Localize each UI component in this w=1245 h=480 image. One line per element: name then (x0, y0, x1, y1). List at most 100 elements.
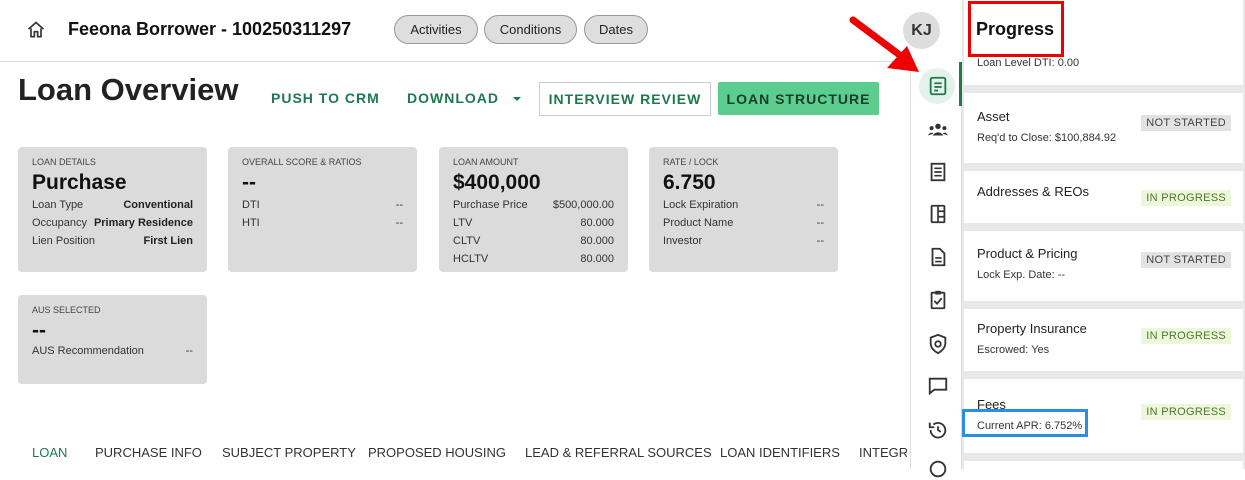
download-label: DOWNLOAD (407, 90, 499, 106)
progress-item-product-pricing[interactable]: Product & Pricing Lock Exp. Date: -- NOT… (964, 231, 1243, 301)
progress-title: Progress (976, 19, 1055, 39)
row-value: 80.000 (580, 217, 614, 229)
status-badge: NOT STARTED (1141, 115, 1231, 131)
card-row: Loan Type Conventional (32, 199, 193, 211)
row-key: Lock Expiration (663, 199, 739, 211)
card-row: AUS Recommendation -- (32, 345, 193, 357)
progress-item-title: Asset (977, 109, 1010, 124)
row-value: -- (816, 235, 824, 247)
progress-panel: Loan Level DTI: 0.00 Progress Asset Req'… (962, 0, 1245, 469)
row-key: Occupancy (32, 217, 88, 229)
card-row: DTI -- (242, 199, 403, 211)
tab-loan[interactable]: LOAN (32, 445, 67, 460)
tab-subject-property[interactable]: SUBJECT PROPERTY (222, 445, 356, 460)
row-key: Lien Position (32, 235, 95, 247)
row-value: -- (185, 345, 193, 357)
status-badge: IN PROGRESS (1141, 404, 1231, 420)
card-row: Lock Expiration -- (663, 199, 824, 211)
top-header: Feeona Borrower - 100250311297 Activitie… (0, 0, 940, 62)
card-row: Purchase Price $500,000.00 (453, 199, 614, 211)
progress-item-title: Property Insurance (977, 321, 1087, 336)
row-key: AUS Recommendation (32, 345, 144, 357)
more-icon[interactable] (927, 458, 949, 480)
tab-lead-referral-sources[interactable]: LEAD & REFERRAL SOURCES (525, 445, 712, 460)
page-title: Loan Overview (18, 72, 239, 107)
row-key: HCLTV (453, 253, 489, 265)
card-label: AUS SELECTED (32, 305, 101, 315)
card-value: -- (242, 171, 256, 194)
row-key: Investor (663, 235, 703, 247)
row-key: Loan Type (32, 199, 84, 211)
row-value: -- (816, 199, 824, 211)
tab-loan-identifiers[interactable]: LOAN IDENTIFIERS (720, 445, 840, 460)
card-row: LTV 80.000 (453, 217, 614, 229)
status-badge: NOT STARTED (1141, 252, 1231, 268)
progress-item-sub: Escrowed: Yes (977, 344, 1050, 356)
progress-item-next (964, 461, 1243, 469)
chat-icon[interactable] (927, 375, 949, 397)
loan-amount-card[interactable]: LOAN AMOUNT $400,000 Purchase Price $500,… (439, 147, 628, 272)
progress-item-property-insurance[interactable]: Property Insurance Escrowed: Yes IN PROG… (964, 309, 1243, 371)
caret-down-icon (512, 97, 521, 102)
dates-button[interactable]: Dates (584, 15, 648, 44)
apr-highlight (962, 409, 1088, 437)
document-split-icon[interactable] (927, 203, 949, 225)
row-key: Purchase Price (453, 199, 528, 211)
progress-list-icon[interactable] (927, 75, 949, 97)
rate-lock-card[interactable]: RATE / LOCK 6.750 Lock Expiration -- Prod… (649, 147, 838, 272)
card-row: HTI -- (242, 217, 403, 229)
row-key: LTV (453, 217, 473, 229)
aus-selected-card[interactable]: AUS SELECTED -- AUS Recommendation -- (18, 295, 207, 384)
progress-item-sub: Req'd to Close: $100,884.92 (977, 132, 1117, 144)
row-key: DTI (242, 199, 260, 211)
progress-item-title: Addresses & REOs (977, 184, 1089, 199)
icon-rail (910, 62, 962, 478)
tab-proposed-housing[interactable]: PROPOSED HOUSING (368, 445, 506, 460)
card-value: Purchase (32, 171, 127, 194)
row-value: -- (395, 199, 403, 211)
row-value: Conventional (123, 199, 193, 211)
row-value: -- (395, 217, 403, 229)
card-row: Investor -- (663, 235, 824, 247)
shield-icon[interactable] (927, 333, 949, 355)
card-label: OVERALL SCORE & RATIOS (242, 157, 362, 167)
history-icon[interactable] (927, 419, 949, 441)
status-badge: IN PROGRESS (1141, 328, 1231, 344)
loan-structure-button[interactable]: LOAN STRUCTURE (718, 82, 879, 115)
people-icon[interactable] (927, 119, 949, 141)
interview-review-button[interactable]: INTERVIEW REVIEW (539, 82, 711, 116)
push-to-crm-button[interactable]: PUSH TO CRM (271, 90, 380, 106)
clipped-dti-text: Loan Level DTI: 0.00 (977, 57, 1080, 69)
row-value: First Lien (143, 235, 193, 247)
loan-title: Feeona Borrower - 100250311297 (68, 19, 352, 39)
activities-button[interactable]: Activities (394, 15, 478, 44)
row-key: Product Name (663, 217, 734, 229)
row-key: HTI (242, 217, 260, 229)
card-value: 6.750 (663, 171, 716, 194)
progress-item-title: Product & Pricing (977, 246, 1078, 261)
checklist-icon[interactable] (927, 161, 949, 183)
file-icon[interactable] (927, 246, 949, 268)
progress-item-asset[interactable]: Asset Req'd to Close: $100,884.92 NOT ST… (964, 93, 1243, 163)
card-row: Occupancy Primary Residence (32, 217, 193, 229)
row-value: $500,000.00 (552, 199, 614, 211)
card-row: Product Name -- (663, 217, 824, 229)
progress-item-sub: Lock Exp. Date: -- (977, 269, 1066, 281)
card-label: LOAN AMOUNT (453, 157, 519, 167)
download-button[interactable]: DOWNLOAD (407, 90, 522, 106)
card-row: Lien Position First Lien (32, 235, 193, 247)
loan-details-card[interactable]: LOAN DETAILS Purchase Loan Type Conventio… (18, 147, 207, 272)
row-key: CLTV (453, 235, 481, 247)
score-ratios-card[interactable]: OVERALL SCORE & RATIOS -- DTI -- HTI -- (228, 147, 417, 272)
card-label: RATE / LOCK (663, 157, 719, 167)
row-value: 80.000 (580, 235, 614, 247)
row-value: Primary Residence (93, 217, 193, 229)
card-label: LOAN DETAILS (32, 157, 96, 167)
clipboard-check-icon[interactable] (927, 289, 949, 311)
tab-integrations[interactable]: INTEGR (859, 445, 907, 460)
conditions-button[interactable]: Conditions (484, 15, 577, 44)
home-icon[interactable] (26, 20, 46, 40)
progress-item-addresses[interactable]: Addresses & REOs IN PROGRESS (964, 171, 1243, 223)
card-row: HCLTV 80.000 (453, 253, 614, 265)
tab-purchase-info[interactable]: PURCHASE INFO (95, 445, 202, 460)
